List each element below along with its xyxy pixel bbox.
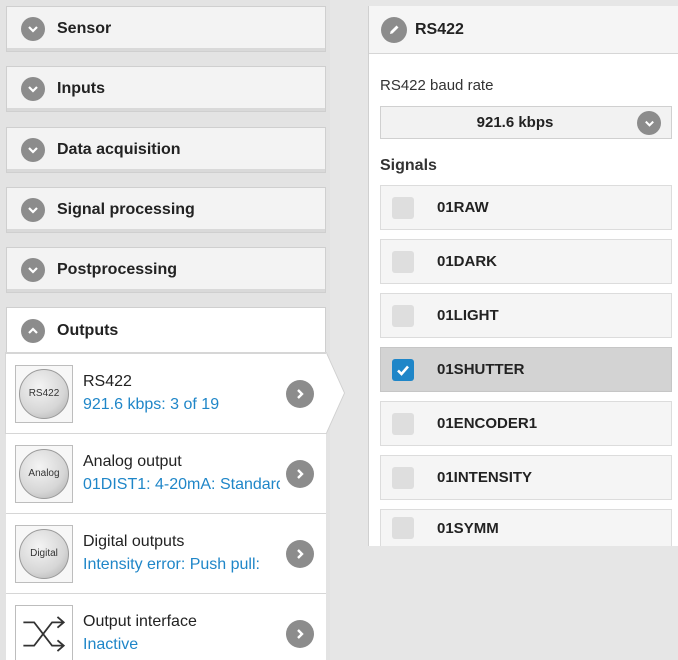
checkbox[interactable] [392, 196, 414, 219]
item-title: RS422 [83, 373, 132, 390]
rs422-thumbnail: RS422 [15, 364, 73, 423]
chevron-right-icon[interactable] [286, 380, 314, 408]
baud-rate-select[interactable]: 921.6 kbps [380, 106, 672, 139]
checkbox[interactable] [392, 517, 414, 539]
item-subtitle: 01DIST1: 4-20mA: Standard [83, 476, 280, 493]
analog-thumbnail: Analog [15, 444, 73, 503]
section-label: Outputs [57, 321, 119, 339]
item-subtitle: 921.6 kbps: 3 of 19 [83, 396, 220, 413]
signal-name: 01RAW [437, 199, 489, 216]
digital-coin-icon: Digital [19, 528, 69, 579]
section-outputs[interactable]: Outputs [6, 307, 326, 353]
baud-rate-value: 921.6 kbps [476, 114, 554, 131]
panel-title: RS422 [415, 20, 464, 38]
checkbox[interactable] [392, 466, 414, 489]
chevron-down-icon [21, 198, 45, 222]
output-interface-thumbnail [15, 604, 73, 660]
pencil-icon [381, 16, 407, 43]
chevron-down-icon [21, 258, 45, 282]
panel-header: RS422 [369, 6, 678, 54]
checkbox[interactable] [392, 304, 414, 327]
signal-name: 01LIGHT [437, 307, 499, 324]
item-title: Analog output [83, 453, 182, 470]
section-label: Sensor [57, 20, 112, 37]
section-postprocessing[interactable]: Postprocessing [6, 247, 326, 293]
signal-row-01raw[interactable]: 01RAW [380, 185, 672, 230]
checkmark-icon [397, 365, 409, 376]
output-item-rs422[interactable]: RS422 RS422 921.6 kbps: 3 of 19 [6, 353, 326, 433]
item-title: Digital outputs [83, 533, 185, 550]
item-title: Output interface [83, 613, 197, 630]
chevron-down-icon [21, 17, 45, 41]
rs422-coin-icon: RS422 [19, 368, 69, 419]
chevron-up-icon [21, 318, 45, 343]
section-label: Postprocessing [57, 261, 178, 278]
baud-rate-label: RS422 baud rate [380, 77, 494, 94]
item-subtitle: Inactive [83, 636, 139, 653]
chevron-right-icon[interactable] [286, 460, 314, 488]
signal-row-01shutter[interactable]: 01SHUTTER [380, 347, 672, 392]
section-data-acquisition[interactable]: Data acquisition [6, 127, 326, 173]
chevron-right-icon[interactable] [286, 540, 314, 568]
checkbox-checked[interactable] [392, 358, 414, 381]
signal-row-01encoder1[interactable]: 01ENCODER1 [380, 401, 672, 446]
section-inputs[interactable]: Inputs [6, 66, 326, 112]
section-label: Signal processing [57, 201, 195, 218]
section-label: Inputs [57, 80, 105, 97]
section-label: Data acquisition [57, 141, 181, 158]
signal-name: 01DARK [437, 253, 498, 270]
crossing-arrows-icon [23, 615, 66, 652]
section-signal-processing[interactable]: Signal processing [6, 187, 326, 233]
signal-name: 01ENCODER1 [437, 415, 538, 432]
signal-name: 01SHUTTER [437, 361, 525, 378]
output-item-interface[interactable]: Output interface Inactive [6, 593, 326, 660]
signal-row-01dark[interactable]: 01DARK [380, 239, 672, 284]
signal-row-01intensity[interactable]: 01INTENSITY [380, 455, 672, 500]
item-subtitle: Intensity error: Push pull: [83, 556, 260, 573]
rs422-detail-panel: RS422 RS422 baud rate 921.6 kbps Signals… [368, 6, 678, 546]
selection-pointer [326, 353, 344, 433]
output-item-digital[interactable]: Digital Digital outputs Intensity error:… [6, 513, 326, 593]
section-sensor[interactable]: Sensor [6, 6, 326, 52]
signal-name: 01INTENSITY [437, 469, 533, 486]
signals-label: Signals [380, 157, 437, 174]
signal-row-01symm[interactable]: 01SYMM [380, 509, 672, 546]
chevron-right-icon[interactable] [286, 620, 314, 648]
settings-sidebar: Sensor Inputs Data acquisition Signal pr… [0, 0, 330, 660]
analog-coin-icon: Analog [19, 448, 69, 499]
chevron-down-icon [21, 138, 45, 162]
checkbox[interactable] [392, 412, 414, 435]
signal-name: 01SYMM [437, 519, 499, 537]
signal-row-01light[interactable]: 01LIGHT [380, 293, 672, 338]
output-item-analog[interactable]: Analog Analog output 01DIST1: 4-20mA: St… [6, 433, 326, 513]
checkbox[interactable] [392, 250, 414, 273]
digital-thumbnail: Digital [15, 524, 73, 583]
chevron-down-icon [21, 77, 45, 101]
chevron-down-icon [637, 111, 661, 135]
outputs-list: RS422 RS422 921.6 kbps: 3 of 19 Analog A… [6, 353, 326, 660]
